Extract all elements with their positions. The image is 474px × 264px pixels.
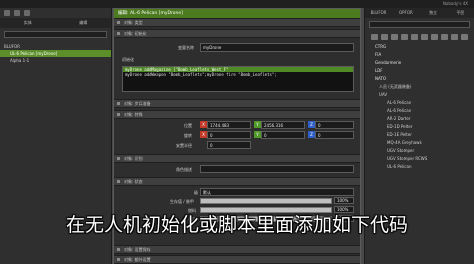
- tab-edit[interactable]: 编辑: [56, 18, 112, 28]
- placement-radius-label: 安置半径: [176, 143, 192, 148]
- health-label: 生存值 / 装甲: [170, 199, 194, 204]
- marker-icon[interactable]: [441, 34, 448, 40]
- tree-item-group[interactable]: Alpha 1-1: [0, 57, 111, 64]
- section-special-states: 对象: 设置保存: [114, 245, 360, 254]
- static-icon[interactable]: [421, 34, 428, 40]
- version-label: Nobody's 4X: [442, 1, 468, 6]
- role-description-label: 角色描述: [176, 167, 192, 172]
- asset-item[interactable]: UGV Stomper RCWS: [365, 155, 474, 163]
- section-header-extra[interactable]: 对象: 额外设置: [114, 255, 360, 264]
- asset-category-icons: [365, 31, 474, 43]
- health-slider[interactable]: [200, 198, 332, 204]
- asset-item[interactable]: Gendarmerie: [365, 59, 474, 67]
- dialog-title[interactable]: 编辑: AL-6 Pelican [myDrone]: [114, 9, 360, 18]
- section-header-special[interactable]: 对象: 特殊: [114, 110, 360, 119]
- section-extra: 对象: 额外设置: [114, 255, 360, 264]
- section-type: 对象: 类型: [114, 18, 360, 27]
- section-header-init[interactable]: 对象: 初始化: [114, 29, 360, 38]
- section-header-special-states[interactable]: 对象: 设置保存: [114, 245, 360, 254]
- section-header-state[interactable]: 对象: 状态: [114, 177, 360, 186]
- placement-radius-input[interactable]: 0: [207, 141, 251, 149]
- init-code-editor[interactable]: myDrone addMagazine ["Bomb_Leaflets_West…: [122, 66, 354, 92]
- skill-level-label: 级: [194, 190, 198, 195]
- variable-name-input[interactable]: myDrone: [200, 43, 354, 52]
- tab-independent[interactable]: 独立: [420, 8, 447, 18]
- asset-item[interactable]: MQ-4A Greyhawk: [365, 139, 474, 147]
- plane-icon[interactable]: [401, 34, 408, 40]
- faction-tabs: BLUFOR OPFOR 独立 平民: [365, 8, 474, 18]
- collapse-icon[interactable]: [14, 10, 20, 16]
- x-axis-badge: X: [200, 121, 207, 128]
- tab-civilian[interactable]: 平民: [447, 8, 474, 18]
- position-z-input[interactable]: 0: [315, 121, 354, 129]
- infantry-icon[interactable]: [371, 34, 378, 40]
- tree-item-drone[interactable]: UL-6 Pelican [myDrone]: [0, 50, 111, 57]
- asset-item[interactable]: UAV: [365, 91, 474, 99]
- section-state: 对象: 状态: [114, 177, 360, 186]
- tab-blufor[interactable]: BLUFOR: [365, 8, 392, 18]
- entity-search-input[interactable]: [4, 31, 107, 38]
- rotation-x-input[interactable]: 0: [207, 131, 251, 139]
- object-icon[interactable]: [431, 34, 438, 40]
- rotation-z-input[interactable]: 0: [315, 131, 354, 139]
- init-label: 初始化: [122, 57, 134, 62]
- asset-item[interactable]: UGV Stomper: [365, 147, 474, 155]
- section-header-control[interactable]: 对象: 步兵准备: [114, 99, 360, 108]
- section-init: 对象: 初始化: [114, 29, 360, 38]
- entity-tree: BLUFOR UL-6 Pelican [myDrone] Alpha 1-1: [0, 41, 111, 66]
- asset-item[interactable]: NATO: [365, 75, 474, 83]
- expand-icon[interactable]: [24, 10, 30, 16]
- asset-item[interactable]: FIA: [365, 51, 474, 59]
- helicopter-icon[interactable]: [391, 34, 398, 40]
- role-description-input[interactable]: [200, 165, 354, 173]
- y-axis-badge: Y: [254, 121, 261, 128]
- tree-item-blufor[interactable]: BLUFOR: [0, 43, 111, 50]
- section-header-type[interactable]: 对象: 类型: [114, 18, 360, 27]
- position-label: 位置: [184, 123, 192, 128]
- video-subtitle: 在无人机初始化或脚本里面添加如下代码: [65, 214, 408, 236]
- asset-item[interactable]: AL-6 Pelican: [365, 99, 474, 107]
- variable-name-label: 变量名称: [178, 45, 194, 50]
- left-toolbar: [0, 8, 111, 18]
- section-header-identity[interactable]: 对象: 识别: [114, 154, 360, 163]
- left-tabs: 实体 编辑: [0, 18, 111, 28]
- asset-item[interactable]: 人员 (无武器装备): [365, 83, 474, 91]
- asset-item[interactable]: ED-1D Pelter: [365, 123, 474, 131]
- z-axis-badge: Z: [308, 131, 315, 138]
- tab-entities[interactable]: 实体: [0, 18, 56, 28]
- vehicle-icon[interactable]: [381, 34, 388, 40]
- asset-tree: CTRG FIA Gendarmerie LDF NATO 人员 (无武器装备)…: [365, 43, 474, 171]
- section-special: 对象: 特殊: [114, 110, 360, 119]
- code-line: myDrone addWeapon "Bomb_Leaflets";myDron…: [125, 72, 277, 77]
- section-control: 对象: 步兵准备: [114, 99, 360, 108]
- health-percent[interactable]: 100%: [334, 197, 354, 204]
- y-axis-badge: Y: [254, 131, 261, 138]
- module-icon[interactable]: [451, 34, 458, 40]
- skill-level-select[interactable]: 默认: [200, 188, 354, 196]
- editor-window: Nobody's 4X 实体 编辑 BLUFOR UL-6 Pelican [m…: [0, 0, 474, 264]
- rotation-label: 旋转: [184, 133, 192, 138]
- tab-opfor[interactable]: OPFOR: [392, 8, 419, 18]
- position-x-input[interactable]: 1744.483: [207, 121, 251, 129]
- trigger-icon[interactable]: [461, 34, 468, 40]
- asset-item[interactable]: AR-2 Darter: [365, 115, 474, 123]
- asset-item[interactable]: CTRG: [365, 43, 474, 51]
- x-axis-badge: X: [200, 131, 207, 138]
- position-y-input[interactable]: 2456.316: [261, 121, 305, 129]
- asset-search-input[interactable]: [369, 21, 470, 28]
- asset-item[interactable]: AL-6 Pelican: [365, 107, 474, 115]
- z-axis-badge: Z: [308, 121, 315, 128]
- section-identity: 对象: 识别: [114, 154, 360, 163]
- filter-icon[interactable]: [4, 10, 10, 16]
- top-bar: Nobody's 4X: [0, 0, 474, 8]
- asset-item[interactable]: ED-1E Pelter: [365, 131, 474, 139]
- asset-item[interactable]: LDF: [365, 67, 474, 75]
- asset-item[interactable]: UL-6 Pelican: [365, 163, 474, 171]
- rotation-y-input[interactable]: 0: [261, 131, 305, 139]
- ship-icon[interactable]: [411, 34, 418, 40]
